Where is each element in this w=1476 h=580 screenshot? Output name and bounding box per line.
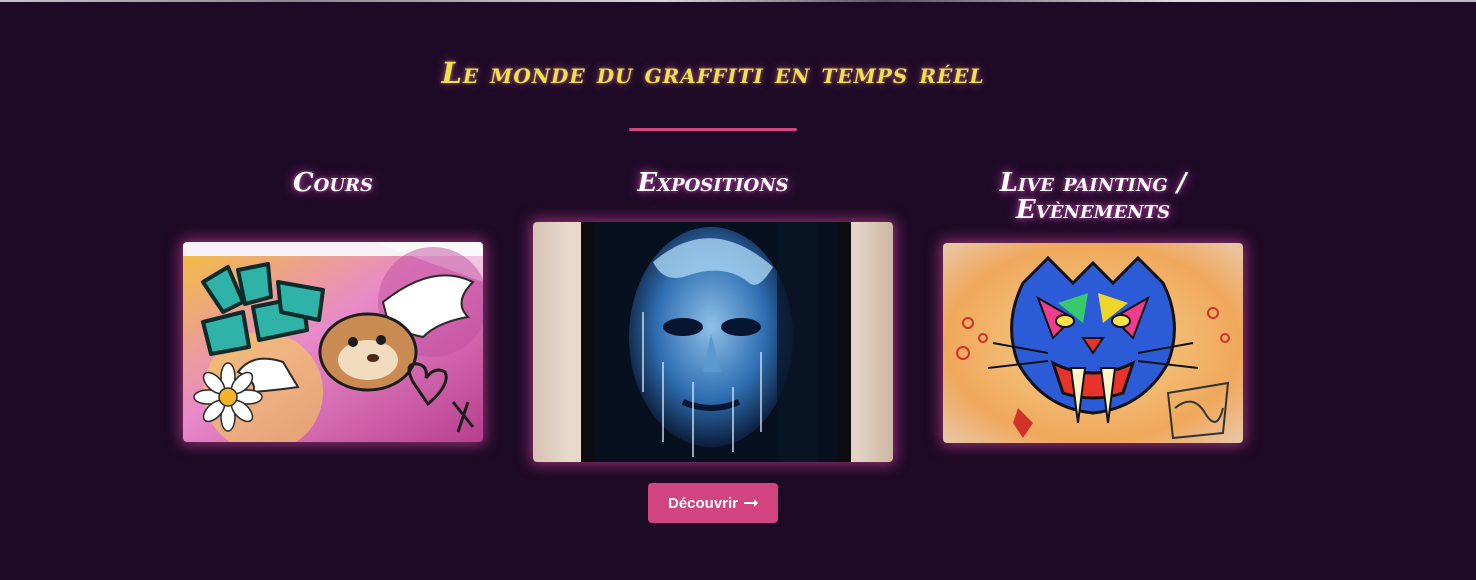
tiger-graffiti-illustration [943, 243, 1243, 443]
card-image-expositions[interactable] [533, 222, 893, 462]
framed-portrait-illustration [533, 222, 893, 462]
discover-button-label: Découvrir [667, 494, 739, 512]
graffiti-ferret-illustration [183, 242, 483, 442]
title-divider [629, 128, 797, 131]
arrow-right-icon [744, 495, 759, 512]
card-title-cours: Cours [292, 168, 374, 198]
discover-button[interactable]: Découvrir [648, 483, 778, 523]
card-image-live-painting[interactable] [943, 243, 1243, 443]
hero-image-bottom-edge [0, 0, 1476, 2]
card-title-live-painting: Live painting / Evènements [999, 168, 1187, 225]
section-title: Le monde du graffiti en temps réel [441, 56, 985, 90]
card-image-cours[interactable] [183, 242, 483, 442]
card-title-expositions: Expositions [637, 168, 789, 198]
